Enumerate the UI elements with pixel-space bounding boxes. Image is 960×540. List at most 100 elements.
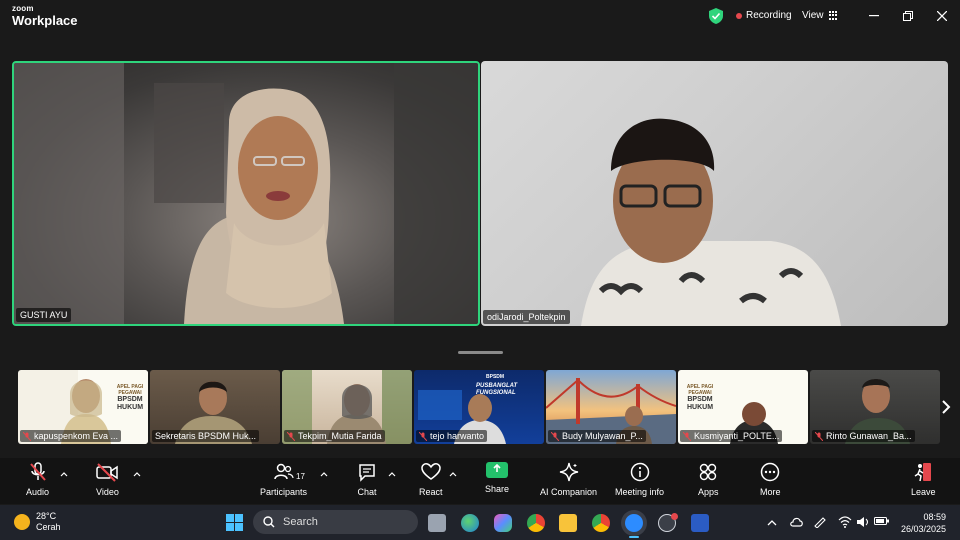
leave-icon xyxy=(914,463,932,482)
windows-start-icon[interactable] xyxy=(226,514,243,531)
thumbnail-tile[interactable]: APEL PAGI PEGAWAI BPSDM HUKUM kapuspenkom… xyxy=(18,370,148,444)
resize-handle[interactable] xyxy=(458,351,503,354)
search-label: Search xyxy=(283,516,318,528)
thumbnail-tile[interactable]: Budy Mulyawan_P... xyxy=(546,370,676,444)
video-off-icon xyxy=(96,463,119,482)
video-tile-participant[interactable]: odiJarodi_Poltekpin xyxy=(481,61,948,326)
thumbnail-tile[interactable]: BPSDM PUSBANGLAT FUNGSIONAL tejo harwant… xyxy=(414,370,544,444)
copilot-icon[interactable] xyxy=(494,514,512,532)
audio-options-chevron-icon[interactable] xyxy=(60,471,68,477)
brand-bottom: Workplace xyxy=(12,13,78,28)
chat-label: Chat xyxy=(357,487,377,497)
close-button[interactable] xyxy=(934,8,950,24)
meeting-info-button[interactable]: Meeting info xyxy=(615,462,664,497)
participant-name-tag: GUSTI AYU xyxy=(16,308,72,322)
chat-icon xyxy=(359,464,375,482)
participant-video xyxy=(581,118,841,326)
leave-button[interactable]: Leave xyxy=(911,462,936,497)
participant-name-tag: Kusmiyanti_POLTE... xyxy=(680,430,783,442)
mic-muted-icon xyxy=(683,431,691,441)
participants-options-chevron-icon[interactable] xyxy=(320,471,328,477)
sparkle-icon xyxy=(559,462,578,482)
thumbnail-tile[interactable]: Rinto Gunawan_Ba... xyxy=(810,370,940,444)
video-label: Video xyxy=(96,487,119,497)
more-button[interactable]: More xyxy=(760,462,781,497)
apps-button[interactable]: Apps xyxy=(698,462,719,497)
restore-icon xyxy=(903,11,913,21)
ai-companion-button[interactable]: AI Companion xyxy=(540,462,597,497)
weather-desc: Cerah xyxy=(36,522,61,532)
video-button[interactable]: Video xyxy=(96,462,119,497)
minimize-icon xyxy=(869,15,879,17)
meeting-toolbar: Audio Video Participants 17 Chat React S… xyxy=(0,458,960,504)
ai-companion-label: AI Companion xyxy=(540,487,598,497)
participant-name-tag: Tekpim_Mutia Farida xyxy=(284,430,385,442)
clock-time: 08:59 xyxy=(923,512,946,522)
restore-button[interactable] xyxy=(900,8,916,24)
mic-muted-icon xyxy=(551,431,559,441)
cloud-icon[interactable] xyxy=(790,516,804,528)
edge-browser-icon[interactable] xyxy=(461,514,479,532)
chrome-profile-icon[interactable] xyxy=(592,514,610,532)
thumbnail-tile[interactable]: APEL PAGI PEGAWAI BPSDM HUKUM Kusmiyanti_… xyxy=(678,370,808,444)
battery-icon[interactable] xyxy=(874,516,890,526)
close-icon xyxy=(937,11,947,21)
view-label: View xyxy=(802,10,824,21)
view-button[interactable]: View xyxy=(802,10,838,21)
taskbar-clock[interactable]: 08:59 26/03/2025 xyxy=(894,511,946,535)
word-icon[interactable] xyxy=(691,514,709,532)
audio-button[interactable]: Audio xyxy=(26,462,49,497)
search-icon xyxy=(263,516,275,528)
taskbar-search[interactable]: Search xyxy=(253,510,418,534)
pen-icon[interactable] xyxy=(813,516,827,528)
video-tile-active-speaker[interactable]: GUSTI AYU xyxy=(12,61,480,326)
mic-muted-icon xyxy=(23,431,31,441)
chat-options-chevron-icon[interactable] xyxy=(388,471,396,477)
notification-badge xyxy=(671,513,678,520)
recording-indicator[interactable]: Recording xyxy=(736,10,792,21)
participants-icon xyxy=(273,463,294,480)
more-label: More xyxy=(760,487,781,497)
mic-muted-icon xyxy=(419,431,427,441)
share-screen-icon xyxy=(486,462,509,478)
react-label: React xyxy=(419,487,443,497)
brand-top: zoom xyxy=(12,4,34,13)
active-app-indicator xyxy=(629,536,639,538)
participant-name-tag: Sekretaris BPSDM Huk... xyxy=(152,430,260,442)
volume-icon[interactable] xyxy=(856,516,870,528)
apps-label: Apps xyxy=(698,487,719,497)
share-button[interactable]: Share xyxy=(485,462,509,494)
mic-muted-icon xyxy=(815,431,823,441)
file-explorer-icon[interactable] xyxy=(559,514,577,532)
title-bar: zoom Workplace Recording View xyxy=(0,0,960,34)
audio-label: Audio xyxy=(26,487,50,497)
thumbnail-tile[interactable]: Tekpim_Mutia Farida xyxy=(282,370,412,444)
participant-name-tag: Rinto Gunawan_Ba... xyxy=(812,430,915,442)
weather-widget[interactable]: 28°C Cerah xyxy=(14,511,61,533)
participant-name-tag: odiJarodi_Poltekpin xyxy=(483,310,570,324)
show-hidden-icons-chevron-icon[interactable] xyxy=(767,518,777,526)
recording-dot-icon xyxy=(736,12,742,19)
participant-name-tag: tejo harwanto xyxy=(416,430,488,442)
more-icon xyxy=(761,462,780,482)
video-options-chevron-icon[interactable] xyxy=(133,471,141,477)
participant-name-tag: kapuspenkom Eva ... xyxy=(20,430,122,442)
recording-label: Recording xyxy=(746,10,792,21)
chat-button[interactable]: Chat xyxy=(357,462,377,497)
weather-temp: 28°C xyxy=(36,511,57,521)
participants-label: Participants xyxy=(260,487,308,497)
chevron-right-icon[interactable] xyxy=(941,400,951,414)
participant-video xyxy=(14,63,478,324)
minimize-button[interactable] xyxy=(866,8,882,24)
react-button[interactable]: React xyxy=(419,462,443,497)
weather-sun-icon xyxy=(14,514,30,530)
chrome-icon[interactable] xyxy=(527,514,545,532)
task-view-icon[interactable] xyxy=(428,514,446,532)
zoom-app-icon[interactable] xyxy=(625,514,643,532)
encryption-shield-icon[interactable] xyxy=(709,8,723,24)
wifi-icon[interactable] xyxy=(838,516,852,528)
meeting-info-label: Meeting info xyxy=(615,487,665,497)
react-options-chevron-icon[interactable] xyxy=(449,471,457,477)
thumbnail-tile[interactable]: Sekretaris BPSDM Huk... xyxy=(150,370,280,444)
thumbnail-strip: APEL PAGI PEGAWAI BPSDM HUKUM kapuspenkom… xyxy=(18,370,942,444)
